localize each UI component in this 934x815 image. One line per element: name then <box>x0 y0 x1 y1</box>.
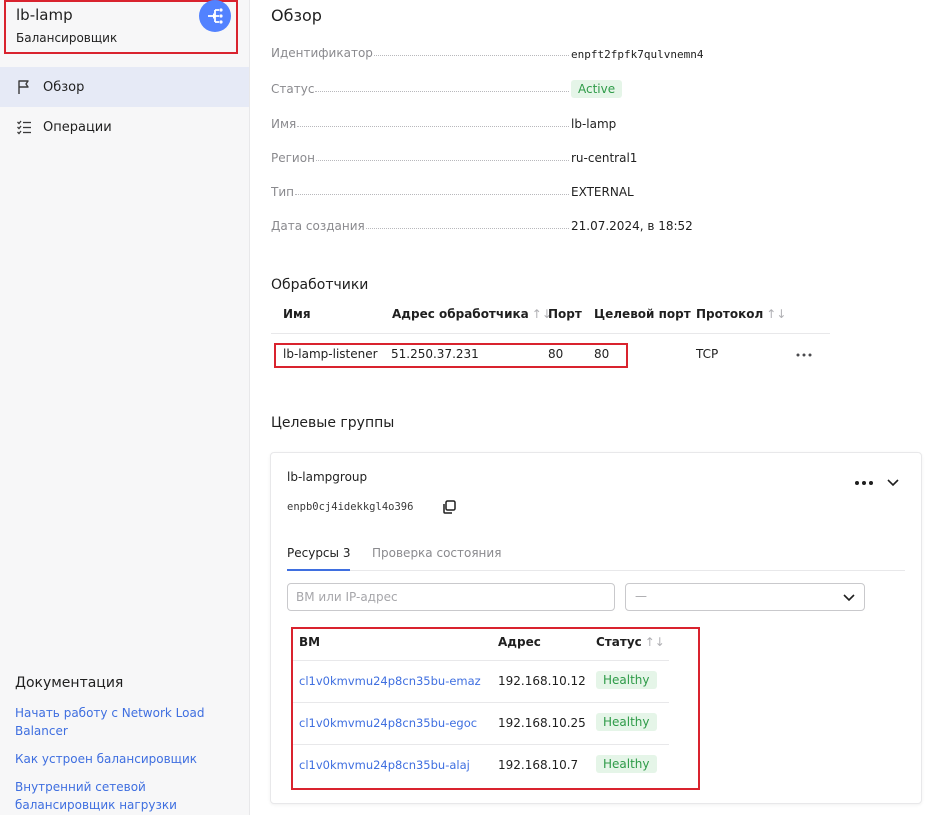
doc-link-getting-started[interactable]: Начать работу с Network Load Balancer <box>15 704 230 740</box>
column-address[interactable]: Адрес обработчика ↑↓ <box>392 307 552 321</box>
field-region: Регион ru-central1 <box>271 151 931 171</box>
column-port[interactable]: Порт <box>548 307 582 321</box>
field-created: Дата создания 21.07.2024, в 18:52 <box>271 219 931 239</box>
listener-port: 80 <box>548 347 564 361</box>
field-type: Тип EXTERNAL <box>271 185 931 205</box>
column-vm[interactable]: ВМ <box>299 635 320 649</box>
status-badge: Healthy <box>596 755 657 773</box>
status-badge: Active <box>571 80 623 98</box>
field-label: Идентификатор <box>271 46 373 60</box>
field-id: Идентификатор enpft2fpfk7qulvnemn4 <box>271 46 931 66</box>
field-label: Тип <box>271 185 294 199</box>
more-actions-icon[interactable] <box>853 473 875 493</box>
search-input[interactable] <box>287 583 615 611</box>
service-type-label: Балансировщик <box>16 31 118 45</box>
vm-address: 192.168.10.7 <box>498 758 579 772</box>
listeners-heading: Обработчики <box>271 277 369 293</box>
main-content: Обзор Идентификатор enpft2fpfk7qulvnemn4… <box>251 0 934 815</box>
table-row: cl1v0kmvmu24p8cn35bu-egoc 192.168.10.25 … <box>291 703 669 745</box>
vm-address: 192.168.10.25 <box>498 716 586 730</box>
chevron-down-icon <box>842 590 856 604</box>
field-status: Статус Active <box>271 80 931 101</box>
select-value: — <box>635 589 647 603</box>
table-row[interactable]: lb-lamp-listener 51.250.37.231 80 80 TCP <box>271 334 830 374</box>
leader-dots <box>297 126 569 127</box>
tab-health-check[interactable]: Проверка состояния <box>372 546 501 571</box>
column-target-port[interactable]: Целевой порт <box>594 307 691 321</box>
vm-table: ВМ Адрес Статус ↑↓ cl1v0kmvmu24p8cn35bu-e… <box>291 631 669 787</box>
sidebar-item-label: Операции <box>43 119 112 135</box>
sort-icon[interactable]: ↑↓ <box>645 635 665 649</box>
column-status[interactable]: Статус ↑↓ <box>596 635 665 649</box>
leader-dots <box>315 91 569 92</box>
leader-dots <box>373 55 569 56</box>
table-row: cl1v0kmvmu24p8cn35bu-emaz 192.168.10.12 … <box>291 661 669 703</box>
target-group-name: lb-lampgroup <box>287 470 368 484</box>
column-name[interactable]: Имя <box>283 307 311 321</box>
filter-select[interactable]: — <box>625 583 865 611</box>
more-actions-icon[interactable] <box>795 349 813 359</box>
status-badge: Healthy <box>596 713 657 731</box>
sidebar-header: lb-lamp Балансировщик <box>4 0 238 54</box>
column-protocol[interactable]: Протокол ↑↓ <box>696 307 786 321</box>
field-name: Имя lb-lamp <box>271 117 931 137</box>
target-group-tabs: Ресурсы 3 Проверка состояния <box>287 541 905 571</box>
target-group-id: enpb0cj4idekkgl4o396 <box>287 501 414 513</box>
type-value: EXTERNAL <box>571 185 634 199</box>
flag-icon <box>15 78 33 96</box>
balancer-name: lb-lamp <box>16 6 73 24</box>
status-badge: Healthy <box>596 671 657 689</box>
target-group-card: lb-lampgroup enpb0cj4idekkgl4o396 Ресурс… <box>270 452 922 804</box>
sidebar-item-label: Обзор <box>43 79 85 95</box>
field-label: Имя <box>271 117 297 131</box>
checklist-icon <box>15 118 33 136</box>
vm-link[interactable]: cl1v0kmvmu24p8cn35bu-alaj <box>299 758 470 772</box>
field-label: Дата создания <box>271 219 365 233</box>
listener-name: lb-lamp-listener <box>283 347 378 361</box>
listener-protocol: TCP <box>696 347 719 361</box>
field-label: Регион <box>271 151 315 165</box>
page-title: Обзор <box>271 6 322 25</box>
target-groups-heading: Целевые группы <box>271 415 395 431</box>
column-address[interactable]: Адрес <box>498 635 541 649</box>
leader-dots <box>365 228 569 229</box>
chevron-down-icon[interactable] <box>883 473 903 493</box>
vm-link[interactable]: cl1v0kmvmu24p8cn35bu-egoc <box>299 716 477 730</box>
leader-dots <box>294 194 569 195</box>
region-value: ru-central1 <box>571 151 638 165</box>
doc-link-how-it-works[interactable]: Как устроен балансировщик <box>15 750 230 768</box>
table-header: Имя Адрес обработчика ↑↓ Порт Целевой пор… <box>271 300 830 334</box>
copy-icon[interactable] <box>441 499 457 515</box>
sidebar: lb-lamp Балансировщик Обзор Операции Док… <box>0 0 250 815</box>
table-header: ВМ Адрес Статус ↑↓ <box>291 631 669 661</box>
listeners-table: Имя Адрес обработчика ↑↓ Порт Целевой пор… <box>271 300 830 374</box>
sidebar-item-overview[interactable]: Обзор <box>0 67 249 107</box>
leader-dots <box>315 160 569 161</box>
name-value: lb-lamp <box>571 117 617 131</box>
load-balancer-icon <box>199 0 231 32</box>
created-date-value: 21.07.2024, в 18:52 <box>571 219 693 233</box>
vm-address: 192.168.10.12 <box>498 674 586 688</box>
vm-link[interactable]: cl1v0kmvmu24p8cn35bu-emaz <box>299 674 481 688</box>
doc-link-internal-balancer[interactable]: Внутренний сетевой балансировщик нагрузк… <box>15 778 230 814</box>
sidebar-item-operations[interactable]: Операции <box>0 107 249 147</box>
balancer-id-value: enpft2fpfk7qulvnemn4 <box>571 48 704 61</box>
sort-icon[interactable]: ↑↓ <box>766 307 786 321</box>
field-label: Статус <box>271 82 315 96</box>
tab-resources[interactable]: Ресурсы 3 <box>287 546 351 571</box>
documentation-heading: Документация <box>15 675 124 691</box>
listener-target-port: 80 <box>594 347 610 361</box>
listener-address: 51.250.37.231 <box>391 347 479 361</box>
table-row: cl1v0kmvmu24p8cn35bu-alaj 192.168.10.7 H… <box>291 745 669 787</box>
